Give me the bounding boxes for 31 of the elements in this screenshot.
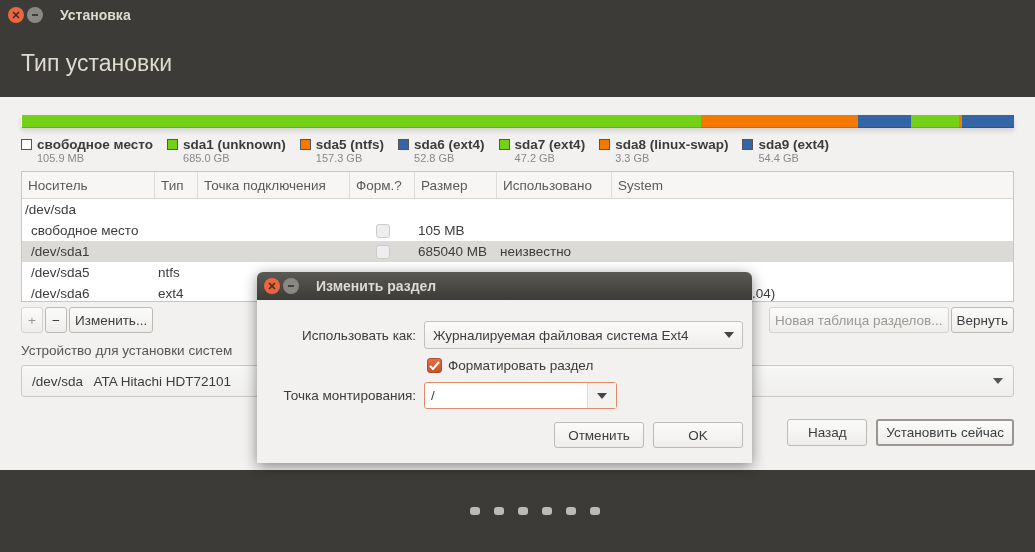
partition-size: 47.2 GB	[514, 152, 556, 164]
device-cell: /dev/sda	[25, 202, 77, 217]
partition-size: 105.9 MB	[37, 152, 86, 164]
device-cell: /dev/sda1	[31, 244, 90, 259]
device-cell: /dev/sda6	[31, 286, 90, 301]
device-cell: свободное место	[31, 223, 139, 238]
used-cell: неизвестно	[500, 244, 572, 259]
use-as-label: Использовать как:	[301, 327, 416, 343]
partition-name: sda9 (ext4)	[758, 137, 829, 152]
format-label: Форматировать раздел	[448, 358, 594, 373]
window-title: Установка	[60, 7, 131, 23]
partition-size: 52.8 GB	[414, 152, 456, 164]
device-cell: /dev/sda5	[31, 265, 90, 280]
dialog-title: Изменить раздел	[316, 278, 437, 294]
type-cell: ntfs	[158, 265, 180, 280]
partition-name: sda1 (unknown)	[183, 137, 286, 152]
size-cell: 685040 MB	[418, 244, 488, 259]
partition-name: sda8 (linux-swap)	[615, 137, 729, 152]
partition-size: 3.3 GB	[615, 152, 651, 164]
partition-size: 685.0 GB	[183, 152, 231, 164]
mount-point-label: Точка монтирования:	[282, 388, 416, 403]
partition-name: sda7 (ext4)	[514, 137, 586, 152]
partition-size: 157.3 GB	[315, 152, 364, 164]
device-label: Устройство для установки систем	[21, 343, 233, 358]
partition-size: 54.4 GB	[758, 152, 800, 164]
type-cell: ext4	[158, 286, 184, 301]
partition-name: свободное место	[37, 137, 153, 152]
partition-name: sda5 (ntfs)	[315, 137, 385, 152]
page-title: Тип установки	[21, 50, 173, 77]
partition-name: sda6 (ext4)	[414, 137, 485, 152]
size-cell: 105 MB	[418, 223, 465, 238]
